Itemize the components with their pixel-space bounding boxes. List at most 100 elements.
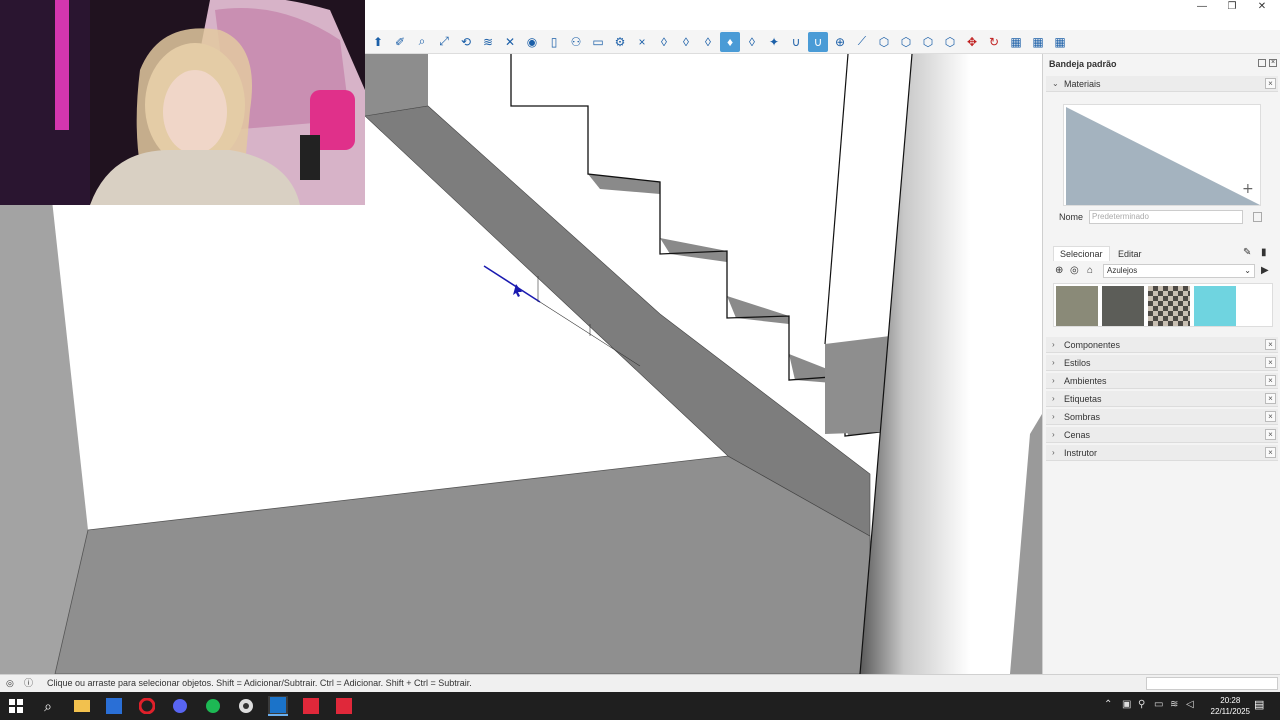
sparkle-icon[interactable]: ✦	[764, 32, 784, 52]
chrome-icon[interactable]	[236, 696, 256, 716]
section-label: Sombras	[1064, 412, 1101, 422]
magnet-icon[interactable]: ∪	[786, 32, 806, 52]
notifications-icon[interactable]: ▤	[1254, 698, 1264, 711]
close-icon[interactable]: ×	[1265, 393, 1276, 404]
copy-icon[interactable]	[1253, 212, 1262, 222]
file-explorer-icon[interactable]	[72, 696, 92, 716]
section-label: Cenas	[1064, 430, 1091, 440]
app-red-2-icon[interactable]	[334, 696, 354, 716]
mic-icon[interactable]: ⚲	[1138, 699, 1145, 710]
zoom-icon[interactable]: ⌕	[412, 32, 432, 52]
close-icon[interactable]: ×	[1265, 339, 1276, 350]
opera-icon[interactable]	[137, 696, 157, 716]
materials-section-header[interactable]: ⌄ Materiais ×	[1046, 76, 1278, 92]
app-a-icon[interactable]	[104, 696, 124, 716]
pin-icon[interactable]	[1258, 59, 1266, 67]
user-icon[interactable]: ◉	[522, 32, 542, 52]
section-ambientes[interactable]: › Ambientes ×	[1046, 373, 1278, 389]
search-icon[interactable]: ⌕	[38, 696, 58, 716]
section-componentes[interactable]: › Componentes ×	[1046, 337, 1278, 353]
material-swatch[interactable]	[1148, 286, 1190, 326]
settings-icon[interactable]: ⚙	[610, 32, 630, 52]
close-window-button[interactable]: ✕	[1247, 0, 1277, 16]
section-etiquetas[interactable]: › Etiquetas ×	[1046, 391, 1278, 407]
grid-icon[interactable]: ▦	[1050, 32, 1070, 52]
zoom-extents-icon[interactable]: ⤢	[434, 32, 454, 52]
cube-icon[interactable]: ⬡	[896, 32, 916, 52]
category-value: Azulejos	[1107, 266, 1138, 275]
close-icon[interactable]: ×	[1265, 411, 1276, 422]
drop-icon[interactable]: ◊	[654, 32, 674, 52]
spotify-icon[interactable]	[203, 696, 223, 716]
tray-app-icon[interactable]: ▣	[1122, 699, 1131, 710]
drop-fill-icon[interactable]: ♦	[720, 31, 740, 52]
magnet-active-icon[interactable]: ∪	[808, 31, 828, 52]
tab-select[interactable]: Selecionar	[1053, 246, 1110, 261]
material-category-select[interactable]: Azulejos ⌄	[1103, 264, 1255, 278]
home-icon[interactable]: ⌂	[1087, 265, 1093, 276]
close-icon[interactable]: ×	[1265, 78, 1276, 89]
section-estilos[interactable]: › Estilos ×	[1046, 355, 1278, 371]
section-icon[interactable]: ✕	[500, 32, 520, 52]
move-icon[interactable]: ✥	[962, 32, 982, 52]
cube-icon[interactable]: ⬡	[874, 32, 894, 52]
info-icon[interactable]: ⓘ	[24, 675, 33, 692]
chevron-right-icon: ›	[1052, 394, 1055, 403]
grid-icon[interactable]: ▦	[1028, 32, 1048, 52]
wifi-icon[interactable]: ≋	[1170, 699, 1178, 710]
material-name-field[interactable]: Predeterminado	[1089, 210, 1243, 224]
rotate-icon[interactable]: ↻	[984, 32, 1004, 52]
eraser-icon[interactable]: ✐	[390, 32, 410, 52]
close-icon[interactable]: ×	[1265, 447, 1276, 458]
cube-icon[interactable]: ⬡	[940, 32, 960, 52]
main-toolbar: ⬆ ✐ ⌕ ⤢ ⟲ ≋ ✕ ◉ ▯ ⚇ ▭ ⚙ × ◊ ◊ ◊ ♦ ◊ ✦ ∪ ∪ ⊕ ⟋ ⬡ ⬡ ⬡ ⬡ ✥ ↻ ▦ ▦ ▦	[365, 30, 1280, 54]
network-icon[interactable]: ▭	[1154, 699, 1163, 710]
drop-icon[interactable]: ◊	[742, 32, 762, 52]
tray-close-icon[interactable]: ×	[1269, 59, 1277, 67]
add-circle-icon[interactable]: ⊕	[830, 32, 850, 52]
materials-label: Materiais	[1064, 79, 1101, 89]
maximize-button[interactable]: ❐	[1217, 0, 1247, 16]
details-icon[interactable]: ▶	[1261, 265, 1269, 276]
discord-icon[interactable]	[170, 696, 190, 716]
new-page-icon[interactable]: ▯	[544, 32, 564, 52]
eyedropper-icon[interactable]: ✎	[1243, 247, 1251, 258]
chevron-right-icon: ›	[1052, 430, 1055, 439]
tab-edit[interactable]: Editar	[1112, 247, 1148, 261]
material-swatch[interactable]	[1194, 286, 1236, 326]
section-sombras[interactable]: › Sombras ×	[1046, 409, 1278, 425]
material-swatch[interactable]	[1056, 286, 1098, 326]
chevron-up-icon[interactable]: ⌃	[1104, 699, 1112, 710]
select-icon[interactable]: ⬆	[368, 32, 388, 52]
measurements-box[interactable]	[1146, 677, 1278, 690]
model-icon[interactable]: ◎	[1070, 265, 1079, 276]
section-cenas[interactable]: › Cenas ×	[1046, 427, 1278, 443]
cube-icon[interactable]: ⬡	[918, 32, 938, 52]
close-icon[interactable]: ×	[1265, 375, 1276, 386]
orbit-icon[interactable]: ⟲	[456, 32, 476, 52]
material-swatch[interactable]	[1102, 286, 1144, 326]
drop-icon[interactable]: ◊	[698, 32, 718, 52]
close-icon[interactable]: ×	[632, 32, 652, 52]
drop-icon[interactable]: ◊	[676, 32, 696, 52]
add-icon[interactable]: ⊕	[1055, 265, 1063, 276]
paint-icon[interactable]: ▮	[1261, 247, 1267, 258]
material-preview: +	[1063, 104, 1261, 206]
person-icon[interactable]: ⚇	[566, 32, 586, 52]
tray-title: Bandeja padrão	[1049, 59, 1117, 69]
geo-icon[interactable]: ◎	[6, 675, 14, 692]
measure-icon[interactable]: ⟋	[852, 32, 872, 52]
section-instrutor[interactable]: › Instrutor ×	[1046, 445, 1278, 461]
volume-icon[interactable]: ◁	[1186, 699, 1194, 710]
sketchup-icon[interactable]	[268, 696, 288, 716]
windows-start-icon[interactable]	[6, 696, 26, 716]
layers-icon[interactable]: ≋	[478, 32, 498, 52]
clock[interactable]: 20:28 22/11/2025	[1211, 695, 1250, 717]
section-label: Etiquetas	[1064, 394, 1102, 404]
folder-icon[interactable]: ▭	[588, 32, 608, 52]
grid-icon[interactable]: ▦	[1006, 32, 1026, 52]
close-icon[interactable]: ×	[1265, 429, 1276, 440]
app-red-icon[interactable]	[301, 696, 321, 716]
close-icon[interactable]: ×	[1265, 357, 1276, 368]
minimize-button[interactable]: —	[1187, 0, 1217, 16]
